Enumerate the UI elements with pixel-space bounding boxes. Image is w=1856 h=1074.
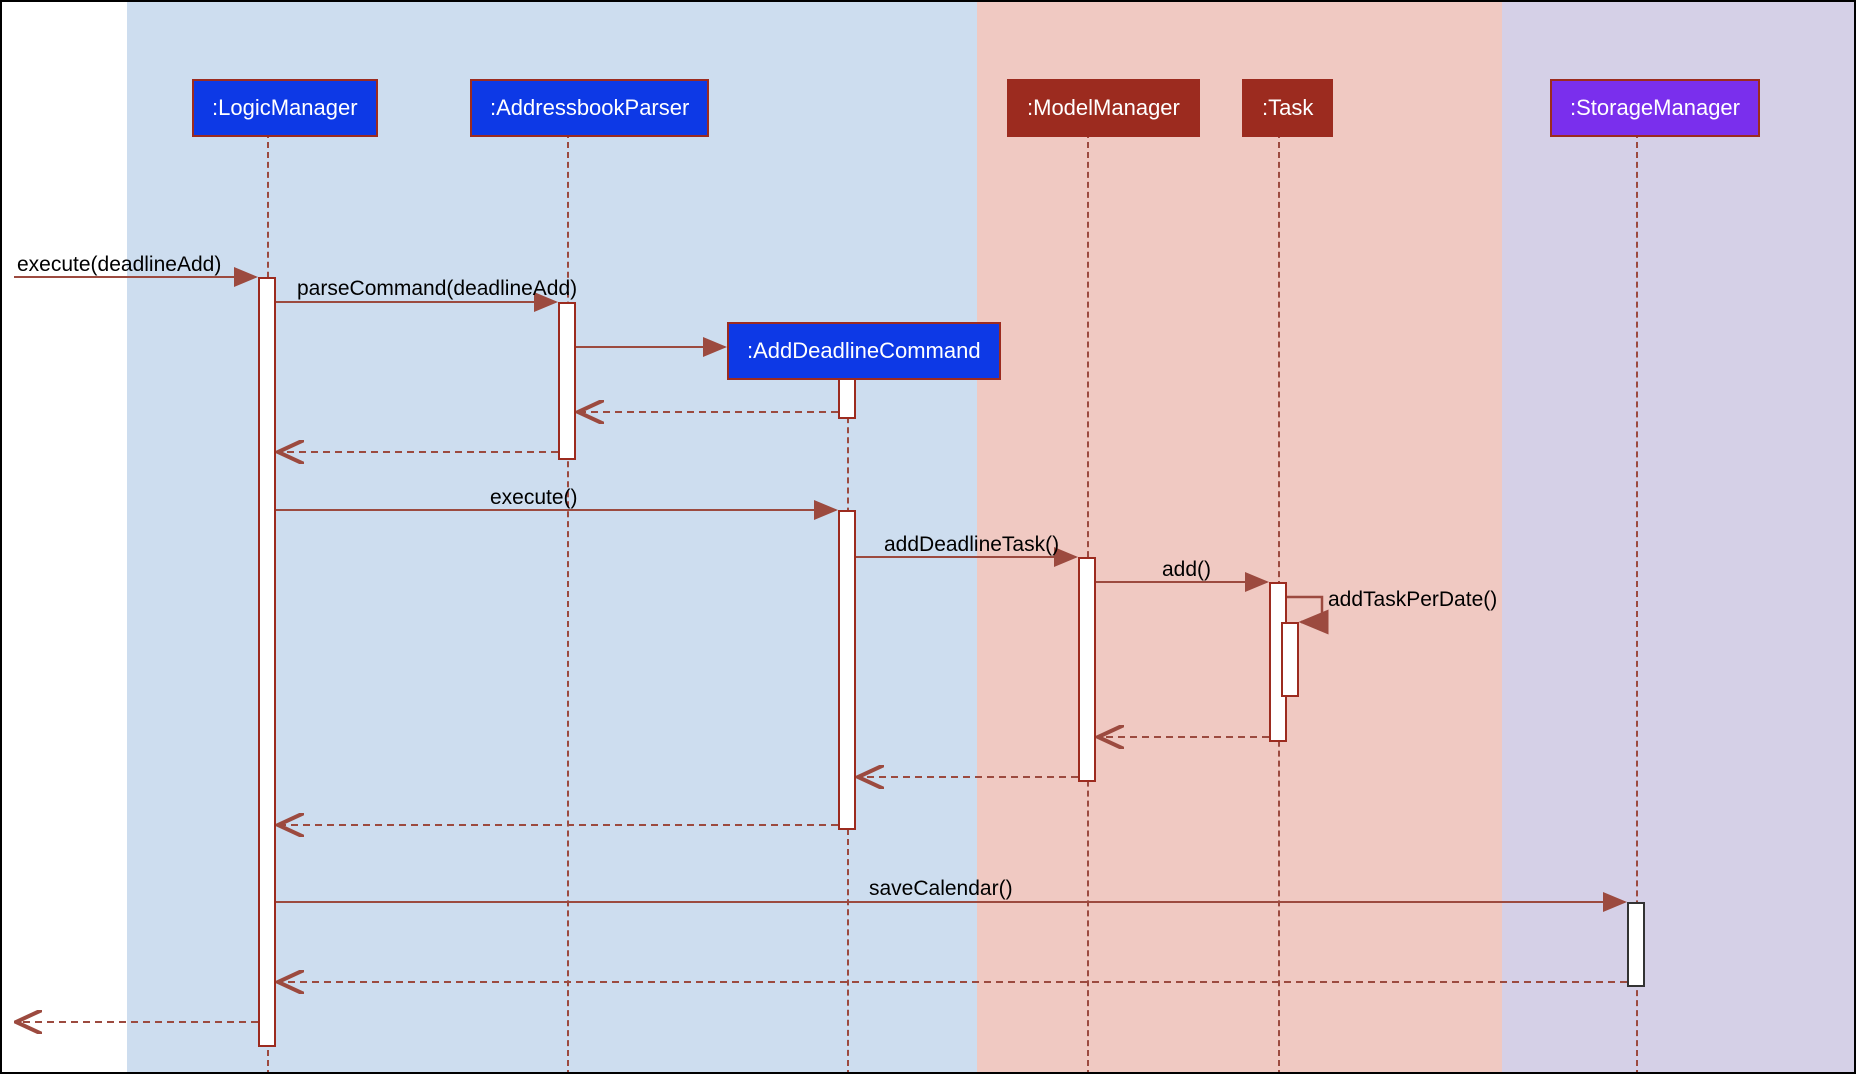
- participant-label: :AddressbookParser: [490, 95, 689, 120]
- participant-model-manager: :ModelManager: [1007, 79, 1200, 137]
- msg-save-calendar: saveCalendar(): [869, 877, 1013, 901]
- msg-add-task-per-date: addTaskPerDate(): [1328, 588, 1497, 612]
- activation-task-2: [1281, 622, 1299, 697]
- activation-logic-manager: [258, 277, 276, 1047]
- participant-label: :StorageManager: [1570, 95, 1740, 120]
- participant-task: :Task: [1242, 79, 1333, 137]
- activation-add-deadline-command-2: [838, 510, 856, 830]
- msg-execute: execute(): [490, 486, 578, 510]
- activation-add-deadline-command-1: [838, 377, 856, 419]
- participant-add-deadline-command: :AddDeadlineCommand: [727, 322, 1001, 380]
- participant-storage-manager: :StorageManager: [1550, 79, 1760, 137]
- activation-model-manager: [1078, 557, 1096, 782]
- msg-execute-deadline-add: execute(deadlineAdd): [17, 253, 221, 277]
- participant-label: :AddDeadlineCommand: [747, 338, 981, 363]
- msg-add: add(): [1162, 558, 1211, 582]
- activation-addressbook-parser: [558, 302, 576, 460]
- participant-label: :ModelManager: [1027, 95, 1180, 120]
- msg-parse-command: parseCommand(deadlineAdd): [297, 277, 577, 301]
- msg-add-deadline-task: addDeadlineTask(): [884, 533, 1059, 557]
- sequence-diagram: :LogicManager :AddressbookParser :ModelM…: [0, 0, 1856, 1074]
- participant-logic-manager: :LogicManager: [192, 79, 378, 137]
- participant-label: :LogicManager: [212, 95, 358, 120]
- participant-label: :Task: [1262, 95, 1313, 120]
- activation-storage-manager: [1627, 902, 1645, 987]
- lifeline-addressbook-parser: [567, 132, 569, 1074]
- storage-region: [1502, 2, 1855, 1072]
- participant-addressbook-parser: :AddressbookParser: [470, 79, 709, 137]
